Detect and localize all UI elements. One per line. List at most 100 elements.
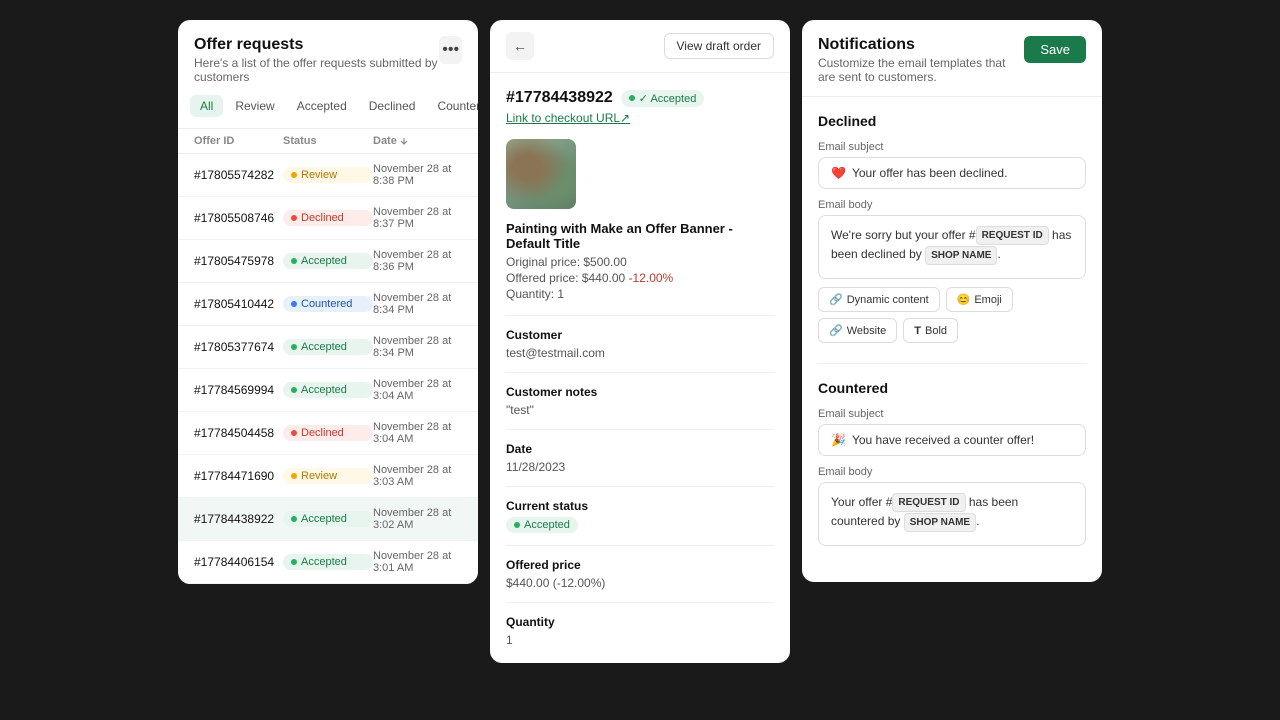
save-button[interactable]: Save <box>1024 36 1086 63</box>
order-status-badge: ✓ Accepted <box>621 90 705 107</box>
left-panel-title-group: Offer requests Here's a list of the offe… <box>194 36 439 84</box>
product-image <box>506 139 576 209</box>
current-status-row: Accepted <box>506 517 774 533</box>
status-badge: Accepted <box>283 554 373 570</box>
right-content: Declined Email subject ❤️ Your offer has… <box>802 97 1102 582</box>
checkout-link[interactable]: Link to checkout URL↗ <box>506 111 774 125</box>
row-id: #17805410442 <box>194 297 283 311</box>
declined-body-prefix: We're sorry but your offer # <box>831 228 976 242</box>
row-date: November 28 at 3:03 AM <box>373 464 462 488</box>
table-row[interactable]: #17805475978 Accepted November 28 at 8:3… <box>178 240 478 283</box>
row-id: #17784406154 <box>194 555 283 569</box>
offered-price: Offered price: $440.00 -12.00% <box>506 271 774 285</box>
status-badge: Accepted <box>283 339 373 355</box>
website-button[interactable]: 🔗 Website <box>818 318 897 343</box>
right-header: Notifications Customize the email templa… <box>802 20 1102 97</box>
countered-body-suffix: . <box>976 514 979 528</box>
mid-header: ← View draft order <box>490 20 790 73</box>
tab-all[interactable]: All <box>190 95 223 117</box>
tab-declined[interactable]: Declined <box>359 95 426 117</box>
website-icon: 🔗 <box>829 324 843 337</box>
status-badge: Accepted <box>283 511 373 527</box>
row-id: #17784471690 <box>194 469 283 483</box>
dynamic-content-icon: 🔗 <box>829 293 843 306</box>
countered-body-prefix: Your offer # <box>831 495 892 509</box>
shop-name-tag: SHOP NAME <box>925 246 997 265</box>
tab-accepted[interactable]: Accepted <box>287 95 357 117</box>
more-button[interactable]: ••• <box>439 36 462 64</box>
countered-email-body[interactable]: Your offer #REQUEST ID has been countere… <box>818 482 1086 546</box>
row-id: #17784438922 <box>194 512 283 526</box>
dynamic-content-button[interactable]: 🔗 Dynamic content <box>818 287 940 312</box>
declined-action-buttons: 🔗 Dynamic content 😊 Emoji <box>818 287 1086 312</box>
status-badge: Review <box>283 468 373 484</box>
row-date: November 28 at 8:37 PM <box>373 206 462 230</box>
declined-email-body-label: Email body <box>818 199 1086 211</box>
request-id-tag: REQUEST ID <box>976 226 1049 245</box>
countered-email-subject-field[interactable]: 🎉 You have received a counter offer! <box>818 424 1086 456</box>
declined-email-body[interactable]: We're sorry but your offer #REQUEST ID h… <box>818 215 1086 279</box>
declined-email-subject-field[interactable]: ❤️ Your offer has been declined. <box>818 157 1086 189</box>
mid-content: #17784438922 ✓ Accepted Link to checkout… <box>490 73 790 663</box>
table-row[interactable]: #17784406154 Accepted November 28 at 3:0… <box>178 541 478 584</box>
emoji-button[interactable]: 😊 Emoji <box>946 287 1013 312</box>
website-label: Website <box>847 325 887 337</box>
product-title: Painting with Make an Offer Banner - Def… <box>506 221 774 251</box>
tab-review[interactable]: Review <box>225 95 284 117</box>
countered-email-body-label: Email body <box>818 466 1086 478</box>
notifications-title: Notifications <box>818 36 1024 54</box>
order-id-row: #17784438922 ✓ Accepted <box>506 89 774 107</box>
countered-section-title: Countered <box>818 380 1086 396</box>
table-row[interactable]: #17805508746 Declined November 28 at 8:3… <box>178 197 478 240</box>
bold-icon: T <box>914 325 921 337</box>
current-status-badge: Accepted <box>506 517 578 533</box>
declined-action-buttons-2: 🔗 Website T Bold <box>818 318 1086 343</box>
divider <box>506 429 774 430</box>
offered-price-label: Offered price <box>506 558 774 572</box>
row-id: #17805508746 <box>194 211 283 225</box>
order-detail-panel: ← View draft order #17784438922 ✓ Accept… <box>490 20 790 663</box>
table-row[interactable]: #17784471690 Review November 28 at 3:03 … <box>178 455 478 498</box>
row-date: November 28 at 8:36 PM <box>373 249 462 273</box>
col-date: Date <box>373 135 462 147</box>
bold-button[interactable]: T Bold <box>903 318 958 343</box>
back-button[interactable]: ← <box>506 32 534 60</box>
table-row[interactable]: #17805377674 Accepted November 28 at 8:3… <box>178 326 478 369</box>
table-row[interactable]: #17784569994 Accepted November 28 at 3:0… <box>178 369 478 412</box>
offer-requests-panel: Offer requests Here's a list of the offe… <box>178 20 478 584</box>
quantity: Quantity: 1 <box>506 287 774 301</box>
declined-section-title: Declined <box>818 113 1086 129</box>
right-header-text: Notifications Customize the email templa… <box>818 36 1024 84</box>
table-row[interactable]: #17805574282 Review November 28 at 8:38 … <box>178 154 478 197</box>
status-badge: Countered <box>283 296 373 312</box>
emoji-icon: 😊 <box>957 293 971 306</box>
table-row[interactable]: #17784438922 Accepted November 28 at 3:0… <box>178 498 478 541</box>
row-date: November 28 at 8:34 PM <box>373 335 462 359</box>
view-draft-button[interactable]: View draft order <box>664 33 775 59</box>
product-image-inner <box>506 139 576 209</box>
countered-subject-text: You have received a counter offer! <box>852 433 1034 447</box>
section-divider <box>818 363 1086 364</box>
table-row[interactable]: #17784504458 Declined November 28 at 3:0… <box>178 412 478 455</box>
row-date: November 28 at 3:01 AM <box>373 550 462 574</box>
status-badge: Accepted <box>283 253 373 269</box>
customer-label: Customer <box>506 328 774 342</box>
order-id: #17784438922 <box>506 89 613 107</box>
status-badge: Accepted <box>283 382 373 398</box>
tab-counter[interactable]: Counter <box>427 95 478 117</box>
more-icon: ••• <box>442 41 459 59</box>
declined-subject-text: Your offer has been declined. <box>852 166 1007 180</box>
row-date: November 28 at 8:38 PM <box>373 163 462 187</box>
row-date: November 28 at 3:02 AM <box>373 507 462 531</box>
date-label: Date <box>506 442 774 456</box>
row-date: November 28 at 3:04 AM <box>373 378 462 402</box>
divider <box>506 602 774 603</box>
declined-subject-emoji: ❤️ <box>831 166 846 180</box>
countered-email-subject-label: Email subject <box>818 408 1086 420</box>
divider <box>506 486 774 487</box>
back-icon: ← <box>513 38 527 54</box>
row-id: #17784569994 <box>194 383 283 397</box>
countered-subject-emoji: 🎉 <box>831 433 846 447</box>
left-panel-header: Offer requests Here's a list of the offe… <box>178 20 478 92</box>
table-row[interactable]: #17805410442 Countered November 28 at 8:… <box>178 283 478 326</box>
